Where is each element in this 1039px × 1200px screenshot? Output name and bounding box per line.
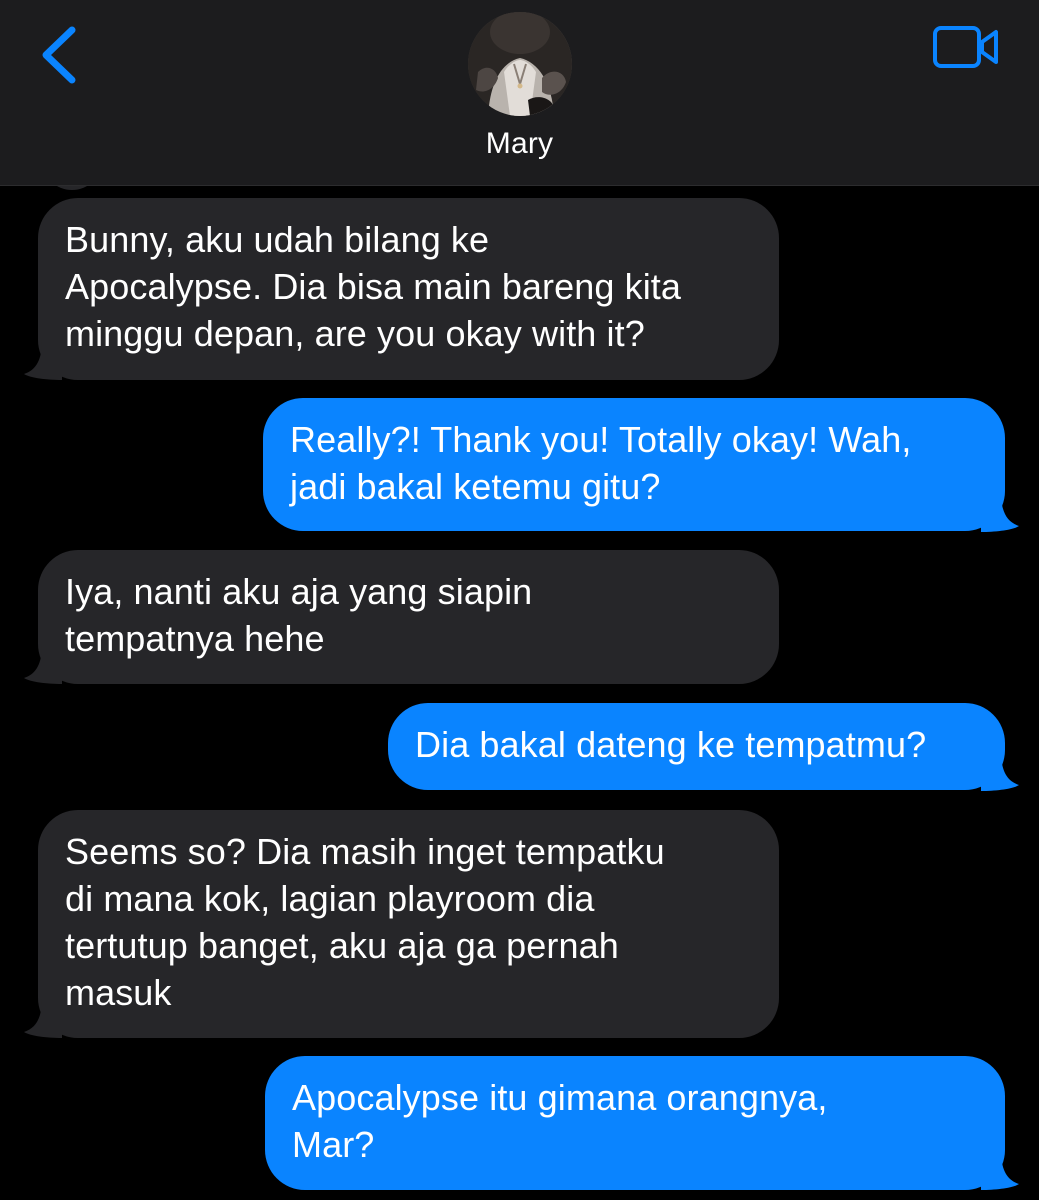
contact-avatar[interactable] [468,12,572,116]
contact-name[interactable]: Mary [0,127,1039,161]
message-bubble-outgoing[interactable]: Apocalypse itu gimana orangnya, Mar? [265,1056,1005,1190]
message-line: masuk [65,972,172,1013]
message-line: di mana kok, lagian playroom dia [65,878,595,919]
outgoing-bubble-tail [981,751,1021,791]
back-button[interactable] [30,22,90,88]
message-line: Seems so? Dia masih inget tempatku [65,831,665,872]
outgoing-bubble-tail [981,1150,1021,1190]
message-line: Dia bakal dateng ke tempatmu? [415,724,927,765]
message-bubble-outgoing[interactable]: Dia bakal dateng ke tempatmu? [388,703,1005,790]
messages-screen: Bunny, aku udah bilang ke Apocalypse. Di… [0,0,1039,1200]
message-line: Really?! Thank you! Totally okay! Wah, [290,419,912,460]
chevron-left-icon [30,26,90,92]
incoming-bubble-tail [22,998,62,1038]
message-line: Mar? [292,1124,375,1165]
outgoing-bubble-tail [981,492,1021,532]
message-line: Apocalypse itu gimana orangnya, [292,1077,828,1118]
conversation-header: Mary [0,0,1039,186]
message-bubble-incoming[interactable]: Iya, nanti aku aja yang siapin tempatnya… [38,550,779,684]
message-line: tertutup banget, aku aja ga pernah [65,925,619,966]
message-line: jadi bakal ketemu gitu? [290,466,661,507]
message-line: Iya, nanti aku aja yang siapin [65,571,533,612]
incoming-bubble-tail [22,644,62,684]
incoming-bubble-tail [22,340,62,380]
facetime-video-button[interactable] [930,22,1002,72]
message-line: tempatnya hehe [65,618,325,659]
message-line: minggu depan, are you okay with it? [65,313,645,354]
message-bubble-incoming[interactable]: Bunny, aku udah bilang ke Apocalypse. Di… [38,198,779,380]
message-line: Apocalypse. Dia bisa main bareng kita [65,266,682,307]
message-bubble-outgoing[interactable]: Really?! Thank you! Totally okay! Wah, j… [263,398,1005,531]
message-line: Bunny, aku udah bilang ke [65,219,490,260]
message-bubble-incoming[interactable]: Seems so? Dia masih inget tempatku di ma… [38,810,779,1038]
video-camera-icon [930,26,1002,76]
